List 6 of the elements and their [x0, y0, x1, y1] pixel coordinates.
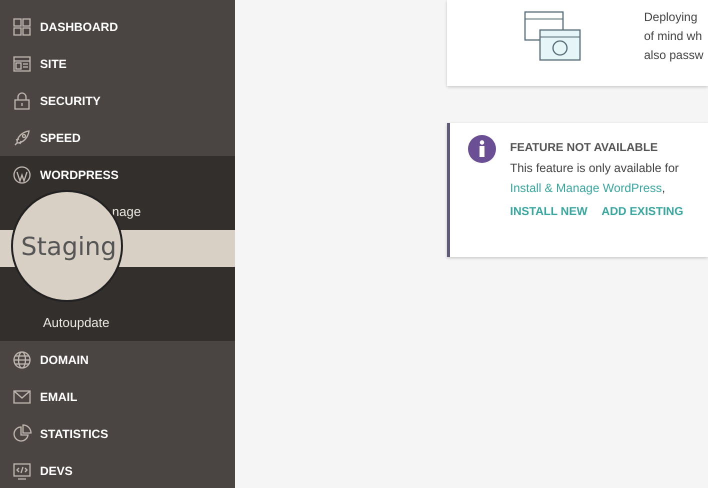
- description-text: of mind wh: [644, 28, 704, 45]
- notice-title: FEATURE NOT AVAILABLE: [510, 142, 659, 154]
- description-text: also passw: [644, 47, 704, 64]
- notice-text: This feature is only available for Install & Manage WordPress,: [510, 160, 680, 197]
- magnified-submenu-label: Staging: [21, 232, 117, 260]
- description-text: Deploying: [644, 9, 698, 26]
